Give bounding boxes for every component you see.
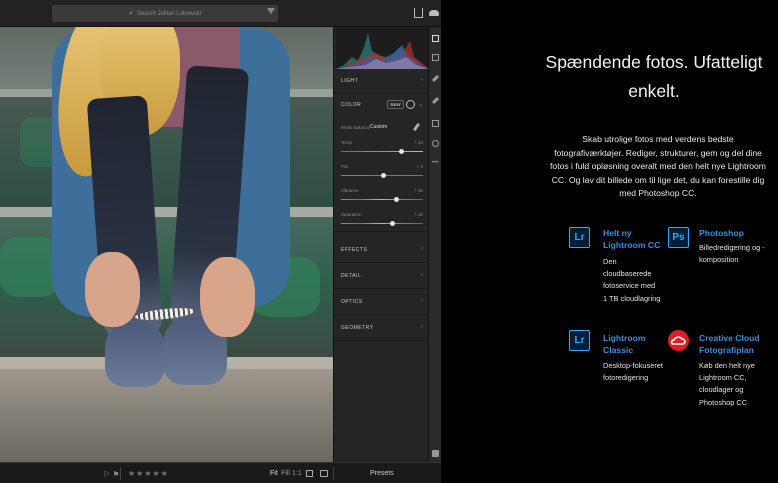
cloud-icon[interactable] xyxy=(429,10,439,16)
slider-thumb[interactable] xyxy=(381,173,387,178)
slider-label: Tint xyxy=(341,164,349,169)
slider-value: + 23 xyxy=(414,140,423,145)
zoom-1-1-button[interactable]: 1:1 xyxy=(292,470,302,477)
photo-canvas xyxy=(0,27,333,462)
edit-panel: LIGHT ‹ COLOR B&W ⌄ White Balance Custom… xyxy=(333,27,429,462)
promo-description: Skab utrolige fotos med verdens bedste f… xyxy=(550,134,766,198)
chevron-icon: ‹ xyxy=(421,324,423,330)
promo-column: Spændende fotos. Ufatteligt enkelt. Skab… xyxy=(441,0,778,483)
chevron-icon: ‹ xyxy=(421,272,423,278)
edit-sliders-icon[interactable] xyxy=(432,35,439,42)
search-icon: ⌕ xyxy=(129,9,133,17)
top-bar: ⌕ Search Jullian Lukowski xyxy=(0,0,441,27)
section-label: LIGHT xyxy=(341,78,359,84)
slider-label: Temp xyxy=(341,140,353,145)
creative-cloud-icon xyxy=(668,330,689,351)
product-title[interactable]: Photoshop xyxy=(699,227,778,239)
section-light[interactable]: LIGHT ‹ xyxy=(334,69,429,94)
share-icon[interactable] xyxy=(414,8,423,18)
slider-thumb[interactable] xyxy=(394,197,400,202)
bottom-bar: ⚐ ⚑ ★★★★★ Fit Fill 1:1 Presets xyxy=(0,462,441,483)
zoom-fill-button[interactable]: Fill xyxy=(281,470,290,477)
product-description: Desktop-fokuseret fotoredigering xyxy=(603,361,663,383)
section-optics[interactable]: OPTICS ‹ xyxy=(334,290,429,315)
section-label: GEOMETRY xyxy=(341,325,374,331)
section-label: COLOR xyxy=(341,102,362,108)
product-description: Køb den helt nye Lightroom CC, cloudlage… xyxy=(699,361,755,407)
filter-icon[interactable] xyxy=(267,8,275,14)
slider-track[interactable] xyxy=(341,173,423,178)
search-input[interactable]: ⌕ Search Jullian Lukowski xyxy=(52,5,278,22)
chevron-icon: ‹ xyxy=(421,246,423,252)
tag-icon[interactable] xyxy=(432,450,439,457)
product-title[interactable]: Creative Cloud Fotografiplan xyxy=(699,332,769,356)
section-detail[interactable]: DETAIL ‹ xyxy=(334,264,429,289)
section-color[interactable]: COLOR B&W ⌄ White Balance Custom Temp + 2… xyxy=(334,94,429,232)
product-title[interactable]: Helt ny Lightroom CC xyxy=(603,227,663,251)
slider-track[interactable] xyxy=(341,221,423,226)
histogram xyxy=(336,27,429,69)
healing-brush-icon[interactable] xyxy=(431,74,440,83)
section-label: OPTICS xyxy=(341,299,363,305)
zoom-fit-button[interactable]: Fit xyxy=(270,470,278,477)
lightroom-icon: Lr xyxy=(569,227,590,248)
product-title[interactable]: Lightroom Classic xyxy=(603,332,658,356)
slider-value: + 5 xyxy=(416,164,423,169)
slider-thumb[interactable] xyxy=(390,221,396,226)
brush-icon[interactable] xyxy=(431,96,440,105)
chevron-icon: ‹ xyxy=(421,77,423,83)
promo-headline: Spændende fotos. Ufatteligt enkelt. xyxy=(545,52,763,101)
bw-button[interactable]: B&W xyxy=(387,100,404,109)
flag-icon[interactable]: ⚐ ⚑ xyxy=(103,470,120,479)
slider-thumb[interactable] xyxy=(399,149,405,154)
section-geometry[interactable]: GEOMETRY ‹ xyxy=(334,316,429,341)
linear-gradient-icon[interactable] xyxy=(432,120,439,127)
presets-button[interactable]: Presets xyxy=(370,470,394,477)
color-mix-icon[interactable] xyxy=(406,100,415,109)
lightroom-app-screenshot: ⌕ Search Jullian Lukowski LIGHT ‹ COLOR … xyxy=(0,0,441,483)
radial-gradient-icon[interactable] xyxy=(432,140,439,147)
compare-icon[interactable] xyxy=(306,470,313,477)
chevron-down-icon: ⌄ xyxy=(417,102,423,108)
eyedropper-icon[interactable] xyxy=(412,122,421,132)
lightroom-classic-icon: Lr xyxy=(569,330,590,351)
tool-strip: ••• xyxy=(428,27,441,483)
chevron-icon: ‹ xyxy=(421,298,423,304)
section-effects[interactable]: EFFECTS ‹ xyxy=(334,238,429,263)
slider-label: Vibrance xyxy=(341,188,359,193)
product-description: Billedredigering og -komposition xyxy=(699,243,765,265)
star-rating[interactable]: ★★★★★ xyxy=(128,469,169,478)
more-icon[interactable]: ••• xyxy=(432,160,439,167)
white-balance-label: White Balance xyxy=(341,125,371,130)
section-label: DETAIL xyxy=(341,273,362,279)
slider-value: + 22 xyxy=(414,212,423,217)
before-after-icon[interactable] xyxy=(320,470,328,477)
slider-track[interactable] xyxy=(341,149,423,154)
photoshop-icon: Ps xyxy=(668,227,689,248)
product-description: Den cloudbaserede fotoservice med 1 TB c… xyxy=(603,257,661,303)
slider-label: Saturation xyxy=(341,212,362,217)
white-balance-dropdown[interactable]: Custom xyxy=(370,124,387,130)
section-label: EFFECTS xyxy=(341,247,368,253)
search-placeholder: Search Jullian Lukowski xyxy=(136,10,201,17)
slider-track[interactable] xyxy=(341,197,423,202)
slider-value: + 36 xyxy=(414,188,423,193)
crop-icon[interactable] xyxy=(432,54,439,61)
